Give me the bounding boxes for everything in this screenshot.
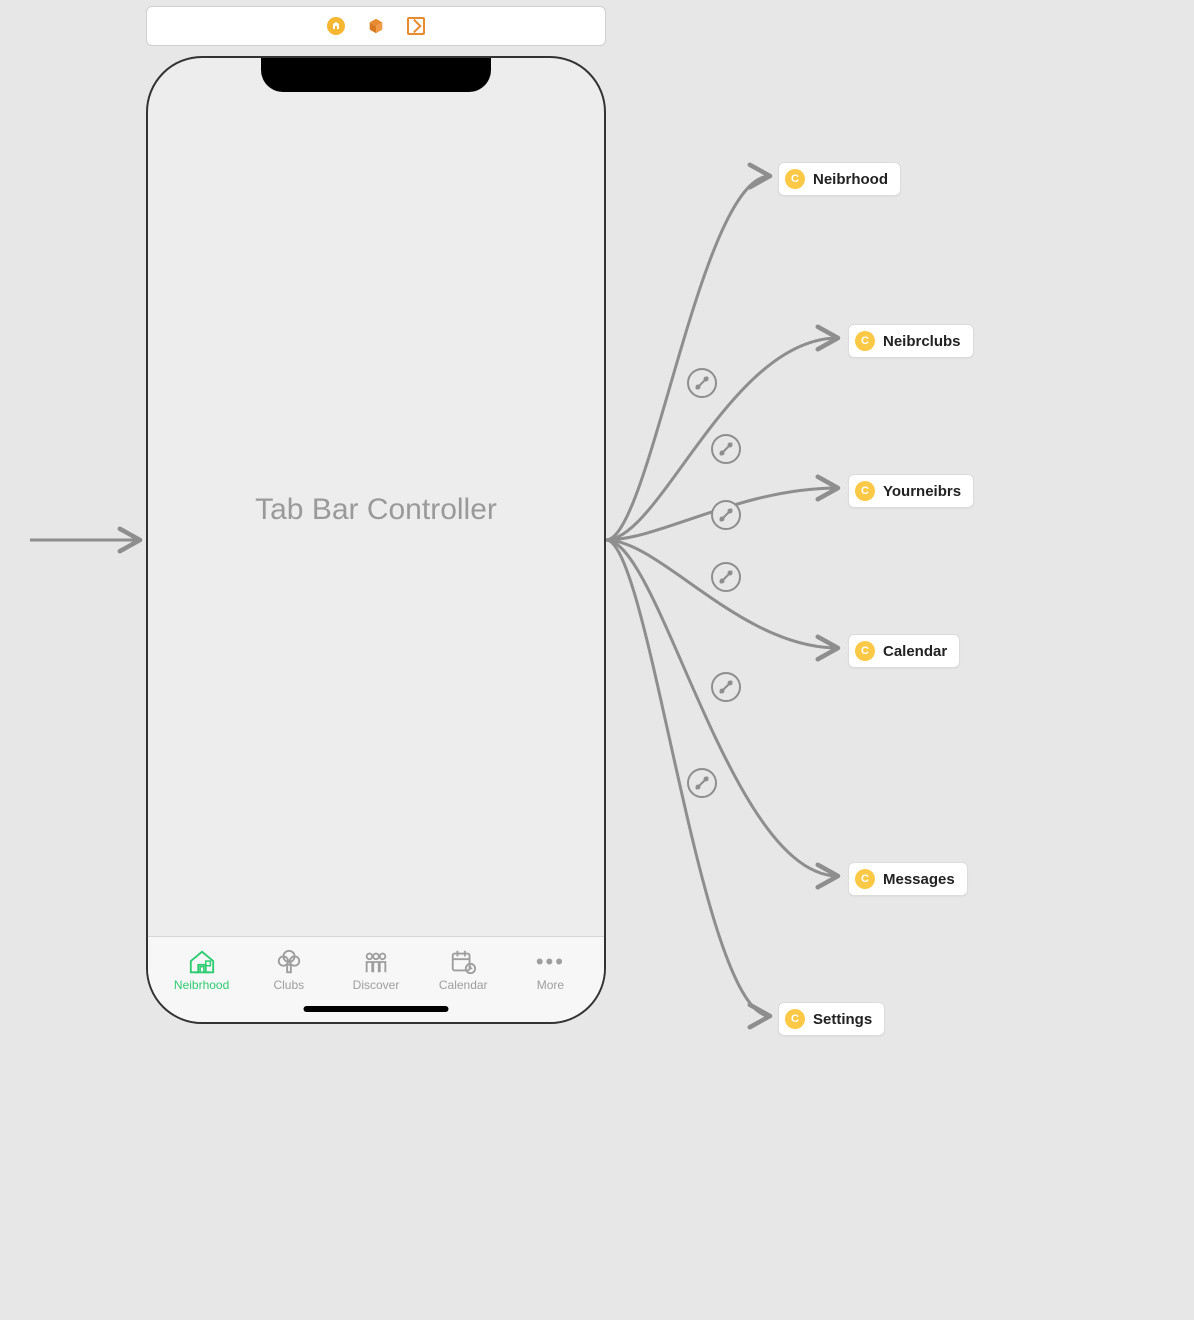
segue-line: [606, 338, 838, 540]
tab-label: Neibrhood: [174, 978, 229, 992]
dest-label: Yourneibrs: [883, 483, 961, 500]
scene-toolbar: [146, 6, 606, 46]
tab-calendar[interactable]: Calendar: [420, 943, 507, 996]
package-icon[interactable]: [366, 16, 386, 36]
segue-line: [606, 540, 838, 648]
dest-label: Messages: [883, 871, 955, 888]
home-indicator: [304, 1006, 449, 1012]
people-icon: [361, 948, 391, 976]
segue-line: [606, 488, 838, 540]
tab-label: Clubs: [273, 978, 304, 992]
tab-label: Discover: [353, 978, 400, 992]
dest-neibrhood[interactable]: C Neibrhood: [778, 162, 901, 196]
exit-icon[interactable]: [406, 16, 426, 36]
controller-icon: C: [785, 1009, 805, 1029]
tab-neibrhood[interactable]: Neibrhood: [158, 943, 245, 996]
phone-frame: Tab Bar Controller Neibrhood Clubs: [146, 56, 606, 1024]
dest-label: Calendar: [883, 643, 947, 660]
dest-neibrclubs[interactable]: C Neibrclubs: [848, 324, 974, 358]
tab-clubs[interactable]: Clubs: [245, 943, 332, 996]
tab-discover[interactable]: Discover: [332, 943, 419, 996]
segue-badge-group: [688, 369, 740, 797]
controller-icon: C: [855, 869, 875, 889]
segue-line: [606, 176, 770, 540]
entry-point-icon[interactable]: [326, 16, 346, 36]
segue-line: [606, 540, 838, 876]
more-icon: •••: [536, 948, 565, 976]
dest-label: Neibrclubs: [883, 333, 961, 350]
phone-content: Tab Bar Controller: [150, 60, 602, 1020]
house-icon: [187, 948, 217, 976]
segue-line: [606, 540, 770, 1016]
dest-messages[interactable]: C Messages: [848, 862, 968, 896]
controller-icon: C: [855, 641, 875, 661]
calendar-icon: [448, 948, 478, 976]
tab-label: Calendar: [439, 978, 488, 992]
controller-icon: C: [855, 331, 875, 351]
dest-label: Settings: [813, 1011, 872, 1028]
dest-calendar[interactable]: C Calendar: [848, 634, 960, 668]
clubs-icon: [274, 948, 304, 976]
dest-label: Neibrhood: [813, 171, 888, 188]
dest-settings[interactable]: C Settings: [778, 1002, 885, 1036]
controller-icon: C: [785, 169, 805, 189]
controller-icon: C: [855, 481, 875, 501]
tab-more[interactable]: ••• More: [507, 943, 594, 996]
dest-yourneibrs[interactable]: C Yourneibrs: [848, 474, 974, 508]
tab-label: More: [537, 978, 564, 992]
scene-title: Tab Bar Controller: [255, 493, 497, 527]
